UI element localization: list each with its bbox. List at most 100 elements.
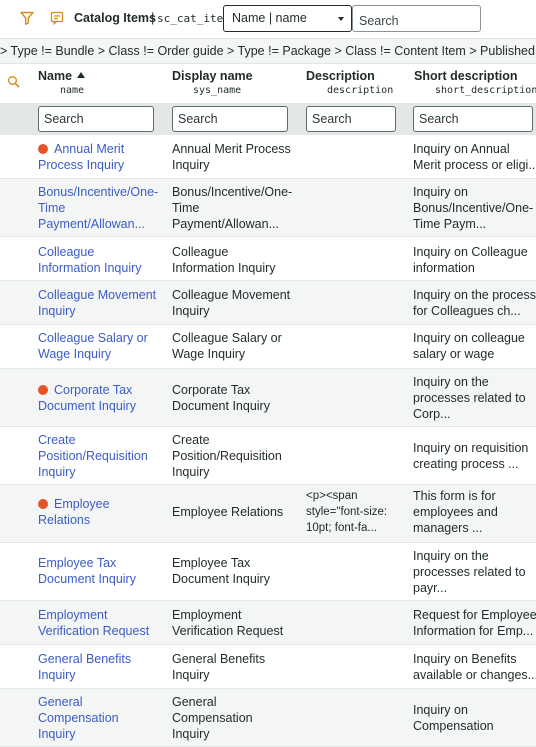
item-name-link[interactable]: Corporate Tax Document Inquiry	[38, 383, 136, 413]
display-line: Time	[172, 201, 200, 216]
short-line: managers ...	[413, 521, 483, 536]
cell-display-name: Employment Verification Request	[172, 607, 300, 639]
list-header: Catalog Items | sc_cat_item Name | name	[0, 0, 536, 38]
item-name-link[interactable]: General Benefits Inquiry	[38, 652, 131, 682]
item-name-link[interactable]: Employee Relations	[38, 497, 110, 527]
item-name-link[interactable]: Colleague Movement Inquiry	[38, 288, 156, 318]
table-row[interactable]: Colleague Salary or Wage Inquiry Colleague…	[0, 325, 536, 369]
short-line: salary or wage	[413, 347, 495, 362]
funnel-icon[interactable]	[19, 10, 35, 26]
display-line: Colleague	[172, 245, 229, 259]
attention-dot-icon	[38, 499, 48, 509]
display-line: Employment	[172, 608, 242, 622]
cell-name: Employee Relations	[38, 496, 168, 528]
name-line: Information Inquiry	[38, 261, 142, 276]
context-menu-icon[interactable]	[50, 11, 64, 25]
display-line: Inquiry	[172, 304, 210, 319]
column-header-description[interactable]: Description	[306, 69, 375, 83]
table-row[interactable]: Employee Relations Employee Relations <p><s…	[0, 485, 536, 543]
cell-name: Colleague Salary or Wage Inquiry	[38, 330, 168, 362]
table-row[interactable]: General Compensation Inquiry General Compens…	[0, 689, 536, 747]
item-name-link[interactable]: Create Position/Requisition Inquiry	[38, 433, 148, 479]
search-name-input[interactable]	[38, 106, 154, 132]
name-line: Inquiry	[38, 727, 76, 742]
table-row[interactable]: Employment Verification Request Employment…	[0, 601, 536, 645]
table-row[interactable]: Annual Merit Process Inquiry Annual Merit …	[0, 135, 536, 179]
item-name-link[interactable]: Colleague Salary or Wage Inquiry	[38, 331, 148, 361]
name-line: Document Inquiry	[38, 399, 136, 414]
cell-name: Bonus/Incentive/One- Time Payment/Allowan.…	[38, 184, 168, 233]
search-description-input[interactable]	[306, 106, 396, 132]
table-row[interactable]: General Benefits Inquiry General Benefits I…	[0, 645, 536, 689]
short-line: Inquiry on the	[413, 375, 489, 389]
display-line: Position/Requisition	[172, 449, 282, 464]
name-line: Process Inquiry	[38, 158, 125, 173]
short-line: Inquiry on	[413, 703, 468, 717]
cell-short-description: Inquiry on colleague salary or wage	[413, 330, 536, 362]
cell-display-name: Colleague Movement Inquiry	[172, 287, 300, 319]
short-line: Inquiry on colleague	[413, 331, 525, 345]
short-line: Inquiry on	[413, 185, 468, 199]
column-header-row: Name name Display name sys_name Descript…	[0, 64, 536, 104]
desc-line: 10pt; font-fa...	[306, 522, 377, 535]
short-line: creating process ...	[413, 457, 519, 472]
cell-display-name: Employee Tax Document Inquiry	[172, 555, 300, 587]
magnifier-icon[interactable]	[7, 75, 20, 88]
short-line: for Colleagues ch...	[413, 304, 521, 319]
name-line: Position/Requisition	[38, 449, 148, 464]
search-short-description-input[interactable]	[413, 106, 533, 132]
item-name-link[interactable]: Colleague Information Inquiry	[38, 245, 142, 275]
name-line: Colleague Movement	[38, 288, 157, 302]
item-name-link[interactable]: General Compensation Inquiry	[38, 695, 119, 741]
column-field-short-description: short_description	[435, 85, 536, 96]
column-field-name: name	[60, 85, 85, 96]
column-header-name[interactable]: Name	[38, 69, 86, 83]
table-row[interactable]: Colleague Information Inquiry Colleague Inf…	[0, 237, 536, 281]
display-line: Compensation	[172, 711, 253, 726]
search-display-name-input[interactable]	[172, 106, 288, 132]
search-field-select[interactable]: Name | name	[223, 5, 352, 32]
short-line: Information for Emp...	[413, 624, 534, 639]
cell-display-name: Colleague Salary or Wage Inquiry	[172, 330, 300, 362]
cell-display-name: General Benefits Inquiry	[172, 651, 300, 683]
name-line: Corporate Tax	[54, 383, 133, 397]
cell-short-description: Inquiry on Colleague information	[413, 244, 536, 276]
display-line: Information Inquiry	[172, 261, 276, 276]
display-line: Bonus/Incentive/One-	[172, 185, 293, 199]
attention-dot-icon	[38, 144, 48, 154]
name-line: Inquiry	[38, 465, 76, 480]
column-header-short-description[interactable]: Short description	[414, 69, 517, 83]
item-name-link[interactable]: Employee Tax Document Inquiry	[38, 556, 136, 586]
short-line: processes related to	[413, 391, 526, 406]
table-row[interactable]: Employee Tax Document Inquiry Employee Tax…	[0, 543, 536, 601]
cell-short-description: Inquiry on Bonus/Incentive/One- Time Paym.…	[413, 184, 536, 233]
display-line: Wage Inquiry	[172, 347, 246, 362]
item-name-link[interactable]: Employment Verification Request	[38, 608, 149, 638]
name-line: Employment	[38, 608, 108, 622]
short-line: Bonus/Incentive/One-	[413, 201, 534, 216]
short-line: This form is for	[413, 489, 496, 503]
column-header-display-name[interactable]: Display name	[172, 69, 253, 83]
short-line: Inquiry on Annual	[413, 142, 510, 156]
table-row[interactable]: Corporate Tax Document Inquiry Corporate T…	[0, 369, 536, 427]
table-row[interactable]: Colleague Movement Inquiry Colleague Movem…	[0, 281, 536, 325]
cell-name: General Benefits Inquiry	[38, 651, 168, 683]
sort-ascending-icon	[77, 72, 86, 78]
name-line: Payment/Allowan...	[38, 217, 145, 232]
name-line: Employee	[54, 497, 110, 511]
name-line: Wage Inquiry	[38, 347, 112, 362]
display-line: Verification Request	[172, 624, 284, 639]
name-line: General	[38, 695, 83, 709]
short-line: Inquiry on the process	[413, 288, 536, 302]
short-line: Compensation	[413, 719, 494, 734]
desc-line: style="font-size:	[306, 506, 388, 519]
table-row[interactable]: Bonus/Incentive/One- Time Payment/Allowan.…	[0, 179, 536, 237]
table-name: sc_cat_item	[157, 12, 230, 25]
title-separator: |	[151, 10, 155, 25]
item-name-link[interactable]: Bonus/Incentive/One- Time Payment/Allowan.…	[38, 185, 158, 231]
table-row[interactable]: Create Position/Requisition Inquiry Create P…	[0, 427, 536, 485]
list-search-input[interactable]	[352, 5, 481, 32]
name-line: Employee Tax	[38, 556, 117, 570]
item-name-link[interactable]: Annual Merit Process Inquiry	[38, 142, 124, 172]
filter-breadcrumb[interactable]: > Type != Bundle > Class != Order guide …	[0, 38, 536, 64]
